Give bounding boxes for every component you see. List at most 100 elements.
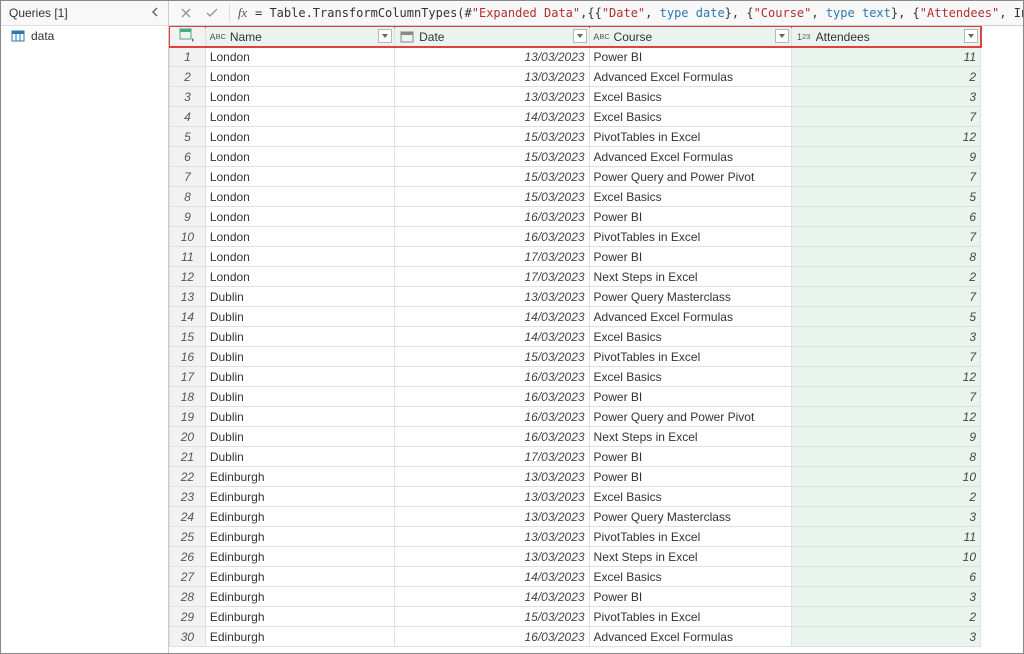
row-number[interactable]: 21 <box>170 447 206 467</box>
cell-course[interactable]: Advanced Excel Formulas <box>589 627 791 647</box>
formula-text[interactable]: = Table.TransformColumnTypes(#"Expanded … <box>255 6 1023 20</box>
table-row[interactable]: 6London15/03/2023Advanced Excel Formulas… <box>170 147 981 167</box>
cell-attendees[interactable]: 5 <box>791 307 980 327</box>
cell-name[interactable]: Dublin <box>205 407 394 427</box>
cell-date[interactable]: 16/03/2023 <box>395 407 589 427</box>
cell-course[interactable]: Excel Basics <box>589 567 791 587</box>
row-number[interactable]: 22 <box>170 467 206 487</box>
row-number[interactable]: 7 <box>170 167 206 187</box>
cell-attendees[interactable]: 9 <box>791 147 980 167</box>
row-number[interactable]: 6 <box>170 147 206 167</box>
row-number[interactable]: 8 <box>170 187 206 207</box>
cell-name[interactable]: Edinburgh <box>205 507 394 527</box>
row-number[interactable]: 15 <box>170 327 206 347</box>
table-row[interactable]: 27Edinburgh14/03/2023Excel Basics6 <box>170 567 981 587</box>
cell-attendees[interactable]: 3 <box>791 87 980 107</box>
cell-date[interactable]: 15/03/2023 <box>395 347 589 367</box>
table-row[interactable]: 18Dublin16/03/2023Power BI7 <box>170 387 981 407</box>
cell-name[interactable]: Dublin <box>205 307 394 327</box>
table-row[interactable]: 30Edinburgh16/03/2023Advanced Excel Form… <box>170 627 981 647</box>
table-row[interactable]: 1London13/03/2023Power BI11 <box>170 47 981 67</box>
cell-name[interactable]: London <box>205 267 394 287</box>
cell-attendees[interactable]: 8 <box>791 447 980 467</box>
cell-date[interactable]: 15/03/2023 <box>395 167 589 187</box>
cell-course[interactable]: Excel Basics <box>589 367 791 387</box>
filter-dropdown-icon[interactable] <box>573 29 587 43</box>
cell-date[interactable]: 13/03/2023 <box>395 547 589 567</box>
cell-course[interactable]: Advanced Excel Formulas <box>589 147 791 167</box>
cell-name[interactable]: Edinburgh <box>205 567 394 587</box>
cell-date[interactable]: 17/03/2023 <box>395 247 589 267</box>
cell-attendees[interactable]: 11 <box>791 527 980 547</box>
cell-course[interactable]: Power BI <box>589 587 791 607</box>
cell-date[interactable]: 13/03/2023 <box>395 487 589 507</box>
cell-name[interactable]: London <box>205 87 394 107</box>
cell-date[interactable]: 13/03/2023 <box>395 527 589 547</box>
cell-attendees[interactable]: 6 <box>791 207 980 227</box>
cancel-formula-icon[interactable] <box>177 4 195 22</box>
cell-attendees[interactable]: 2 <box>791 67 980 87</box>
table-row[interactable]: 9London16/03/2023Power BI6 <box>170 207 981 227</box>
row-number[interactable]: 11 <box>170 247 206 267</box>
cell-attendees[interactable]: 10 <box>791 467 980 487</box>
cell-name[interactable]: London <box>205 127 394 147</box>
cell-course[interactable]: Excel Basics <box>589 487 791 507</box>
fx-icon[interactable]: fx <box>229 4 247 22</box>
cell-course[interactable]: PivotTables in Excel <box>589 347 791 367</box>
row-number[interactable]: 18 <box>170 387 206 407</box>
row-number[interactable]: 24 <box>170 507 206 527</box>
filter-dropdown-icon[interactable] <box>378 29 392 43</box>
cell-course[interactable]: Advanced Excel Formulas <box>589 67 791 87</box>
cell-name[interactable]: Edinburgh <box>205 467 394 487</box>
cell-course[interactable]: PivotTables in Excel <box>589 527 791 547</box>
cell-name[interactable]: London <box>205 107 394 127</box>
row-number[interactable]: 17 <box>170 367 206 387</box>
cell-course[interactable]: Power Query and Power Pivot <box>589 407 791 427</box>
collapse-queries-icon[interactable] <box>150 6 160 20</box>
cell-name[interactable]: London <box>205 47 394 67</box>
table-row[interactable]: 12London17/03/2023Next Steps in Excel2 <box>170 267 981 287</box>
query-item-data[interactable]: data <box>1 26 168 46</box>
row-number[interactable]: 28 <box>170 587 206 607</box>
cell-course[interactable]: PivotTables in Excel <box>589 607 791 627</box>
row-number[interactable]: 27 <box>170 567 206 587</box>
row-number[interactable]: 12 <box>170 267 206 287</box>
cell-attendees[interactable]: 11 <box>791 47 980 67</box>
cell-course[interactable]: Excel Basics <box>589 327 791 347</box>
cell-name[interactable]: London <box>205 227 394 247</box>
cell-date[interactable]: 16/03/2023 <box>395 427 589 447</box>
cell-name[interactable]: Dublin <box>205 427 394 447</box>
cell-date[interactable]: 13/03/2023 <box>395 87 589 107</box>
table-row[interactable]: 8London15/03/2023Excel Basics5 <box>170 187 981 207</box>
column-header-course[interactable]: ABC Course <box>589 27 791 47</box>
cell-course[interactable]: Next Steps in Excel <box>589 267 791 287</box>
row-number[interactable]: 23 <box>170 487 206 507</box>
cell-course[interactable]: Power Query Masterclass <box>589 507 791 527</box>
cell-date[interactable]: 15/03/2023 <box>395 147 589 167</box>
cell-name[interactable]: Dublin <box>205 327 394 347</box>
cell-name[interactable]: Dublin <box>205 367 394 387</box>
cell-date[interactable]: 14/03/2023 <box>395 107 589 127</box>
cell-date[interactable]: 17/03/2023 <box>395 267 589 287</box>
cell-course[interactable]: Excel Basics <box>589 187 791 207</box>
cell-name[interactable]: London <box>205 247 394 267</box>
cell-date[interactable]: 14/03/2023 <box>395 587 589 607</box>
cell-course[interactable]: Excel Basics <box>589 107 791 127</box>
cell-course[interactable]: Next Steps in Excel <box>589 427 791 447</box>
cell-attendees[interactable]: 3 <box>791 587 980 607</box>
table-row[interactable]: 5London15/03/2023PivotTables in Excel12 <box>170 127 981 147</box>
filter-dropdown-icon[interactable] <box>964 29 978 43</box>
table-row[interactable]: 25Edinburgh13/03/2023PivotTables in Exce… <box>170 527 981 547</box>
table-row[interactable]: 26Edinburgh13/03/2023Next Steps in Excel… <box>170 547 981 567</box>
confirm-formula-icon[interactable] <box>203 4 221 22</box>
cell-date[interactable]: 15/03/2023 <box>395 187 589 207</box>
row-number[interactable]: 2 <box>170 67 206 87</box>
cell-attendees[interactable]: 6 <box>791 567 980 587</box>
cell-attendees[interactable]: 7 <box>791 227 980 247</box>
table-row[interactable]: 4London14/03/2023Excel Basics7 <box>170 107 981 127</box>
cell-name[interactable]: London <box>205 67 394 87</box>
row-number[interactable]: 13 <box>170 287 206 307</box>
cell-date[interactable]: 15/03/2023 <box>395 607 589 627</box>
table-row[interactable]: 20Dublin16/03/2023Next Steps in Excel9 <box>170 427 981 447</box>
table-row[interactable]: 28Edinburgh14/03/2023Power BI3 <box>170 587 981 607</box>
